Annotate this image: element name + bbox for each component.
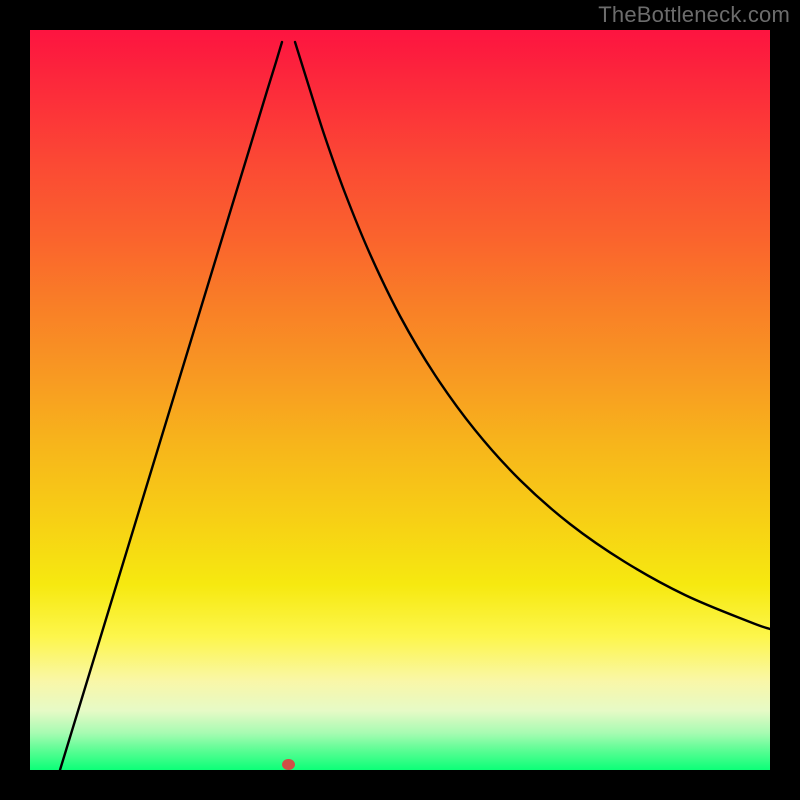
watermark-text: TheBottleneck.com	[598, 2, 790, 28]
minimum-marker-icon	[282, 759, 295, 770]
curve-left-branch	[60, 42, 282, 770]
bottleneck-curve	[30, 30, 770, 770]
chart-frame: TheBottleneck.com	[0, 0, 800, 800]
curve-right-branch	[295, 42, 770, 629]
plot-area	[30, 30, 770, 770]
